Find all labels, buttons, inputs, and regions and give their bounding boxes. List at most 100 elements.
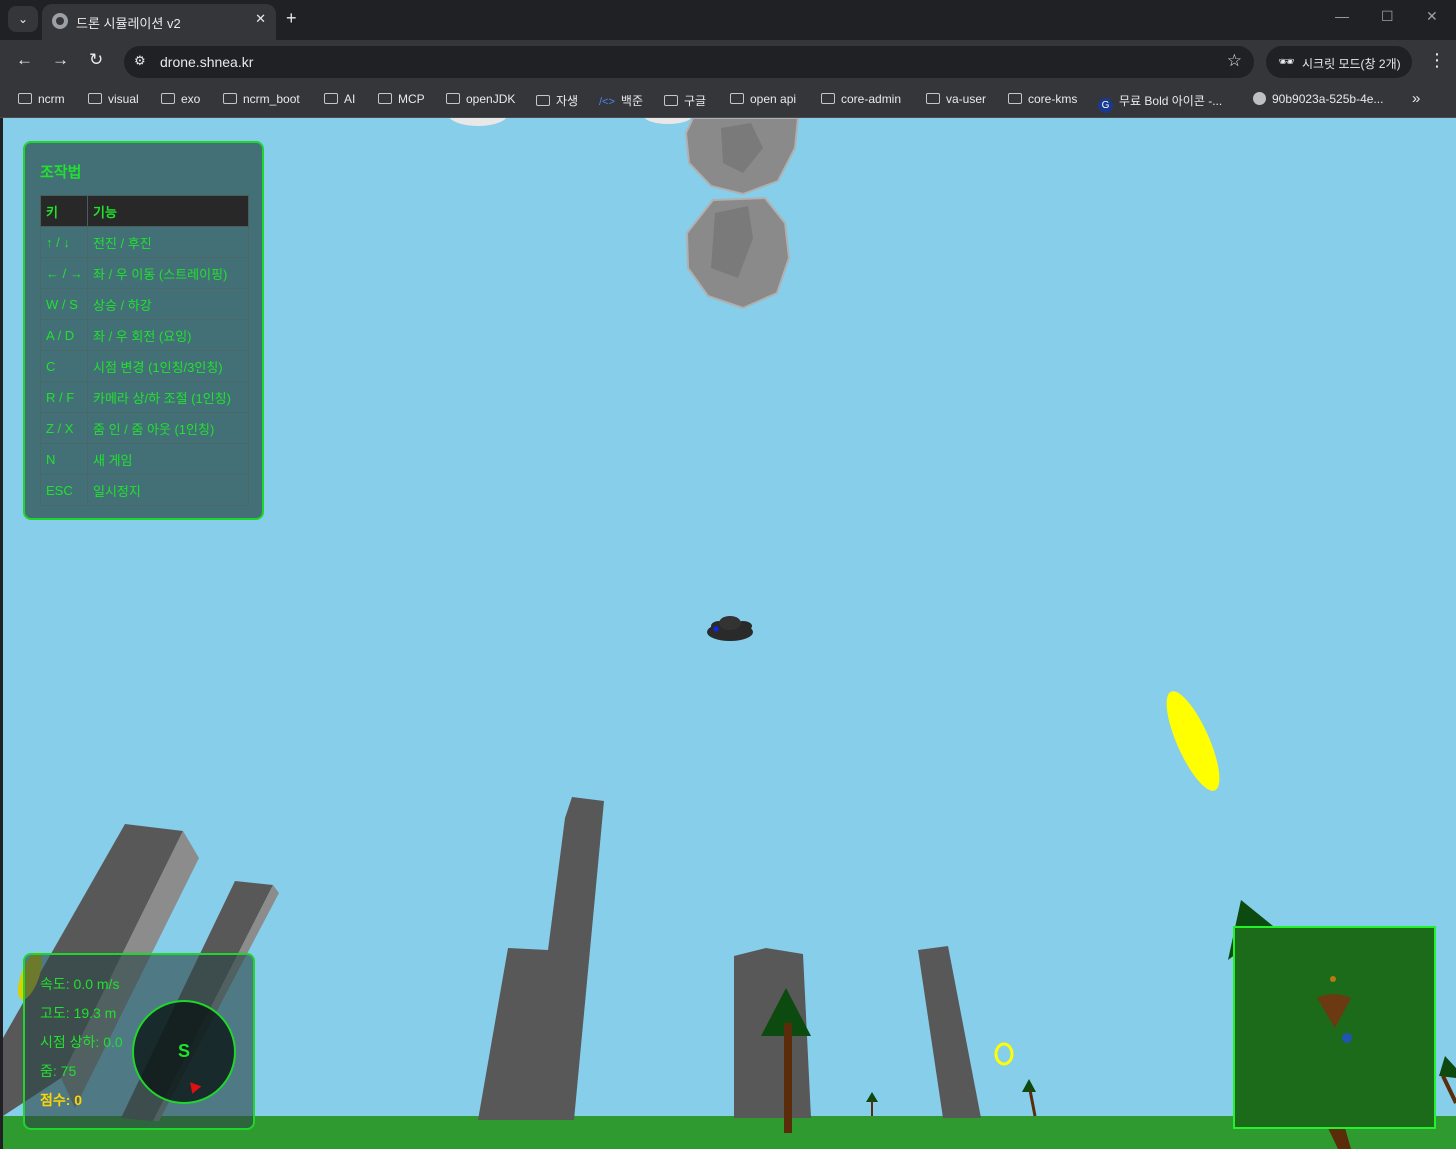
bookmark-item[interactable]: MCP bbox=[378, 92, 425, 106]
building bbox=[478, 797, 604, 1120]
bookmark-item[interactable]: exo bbox=[161, 92, 200, 106]
table-row: N새 게임 bbox=[40, 443, 249, 475]
tab-title: 드론 시뮬레이션 v2 bbox=[76, 16, 181, 31]
folder-icon bbox=[161, 93, 175, 104]
bookmark-star-icon[interactable]: ☆ bbox=[1227, 51, 1242, 71]
new-tab-button[interactable]: + bbox=[286, 8, 297, 29]
incognito-label: 시크릿 모드(창 2개) bbox=[1302, 57, 1401, 71]
key-cell: N bbox=[40, 443, 88, 475]
table-row: ↑ / ↓ 전진 / 후진 bbox=[40, 226, 249, 258]
controls-table: 키 기능 ↑ / ↓ 전진 / 후진 ← / → 좌 / 우 이동 (스트레이핑) … bbox=[40, 195, 249, 506]
folder-icon bbox=[1008, 93, 1022, 104]
folder-icon bbox=[926, 93, 940, 104]
tab-search-button[interactable]: ⌄ bbox=[8, 6, 38, 32]
bookmark-item[interactable]: openJDK bbox=[446, 92, 515, 106]
forward-icon[interactable]: → bbox=[52, 50, 69, 70]
altitude-readout: 고도: 19.3 m bbox=[40, 1005, 117, 1021]
view-pitch-readout: 시점 상하: 0.0 bbox=[40, 1034, 123, 1050]
key-cell: Z / X bbox=[40, 412, 88, 444]
compass: S bbox=[132, 1000, 236, 1104]
controls-panel: 조작법 키 기능 ↑ / ↓ 전진 / 후진 ← / → 좌 / 우 이동 (스트레… bbox=[23, 141, 264, 520]
table-row: C 시점 변경 (1인칭/3인칭) bbox=[40, 350, 249, 382]
browser-toolbar: ← → ↻ ⚙ drone.shnea.kr ☆ 🕶 시크릿 모드(창 2개) … bbox=[0, 40, 1456, 84]
speed-readout: 속도: 0.0 m/s bbox=[40, 976, 120, 992]
bookmark-item[interactable]: G 무료 Bold 아이콘 -... bbox=[1098, 92, 1222, 113]
table-row: ← / → 좌 / 우 이동 (스트레이핑) bbox=[40, 257, 249, 289]
bookmark-item[interactable]: core-kms bbox=[1008, 92, 1077, 106]
function-cell: 새 게임 bbox=[87, 443, 249, 475]
function-cell: 좌 / 우 회전 (요잉) bbox=[87, 319, 249, 351]
bookmark-item[interactable]: ncrm_boot bbox=[223, 92, 300, 106]
site-info-icon[interactable]: ⚙ bbox=[134, 53, 146, 69]
key-cell: W / S bbox=[40, 288, 88, 320]
table-row: Z / X줌 인 / 줌 아웃 (1인칭) bbox=[40, 412, 249, 444]
globe-icon bbox=[52, 13, 68, 29]
tree bbox=[866, 1092, 878, 1116]
window-close-icon[interactable]: ✕ bbox=[1426, 8, 1438, 25]
close-tab-icon[interactable]: ✕ bbox=[255, 11, 266, 27]
browser-menu-icon[interactable]: ⋮ bbox=[1428, 50, 1446, 71]
folder-icon bbox=[88, 93, 102, 104]
flight-hud: 속도: 0.0 m/s 고도: 19.3 m 시점 상하: 0.0 줌: 75 … bbox=[23, 953, 255, 1130]
folder-icon bbox=[324, 93, 338, 104]
bookmark-item[interactable]: ncrm bbox=[18, 92, 65, 106]
compass-pointer-icon bbox=[186, 1082, 202, 1096]
bookmark-item[interactable]: open api bbox=[730, 92, 796, 106]
bookmark-item[interactable]: va-user bbox=[926, 92, 986, 106]
function-cell: 카메라 상/하 조절 (1인칭) bbox=[87, 381, 249, 413]
folder-icon bbox=[378, 93, 392, 104]
table-row: W / S 상승 / 하강 bbox=[40, 288, 249, 320]
code-icon: /<> bbox=[599, 96, 615, 108]
drone bbox=[707, 616, 753, 641]
function-cell: 일시정지 bbox=[87, 474, 249, 506]
function-cell: 줌 인 / 줌 아웃 (1인칭) bbox=[87, 412, 249, 444]
incognito-icon: 🕶 bbox=[1278, 54, 1295, 69]
folder-icon bbox=[821, 93, 835, 104]
table-row: R / F 카메라 상/하 조절 (1인칭) bbox=[40, 381, 249, 413]
cloud bbox=[644, 118, 692, 124]
table-header-row: 키 기능 bbox=[40, 195, 249, 227]
function-cell: 상승 / 하강 bbox=[87, 288, 249, 320]
folder-icon bbox=[664, 95, 678, 106]
bookmark-item[interactable]: 구글 bbox=[664, 92, 706, 109]
active-tab[interactable]: 드론 시뮬레이션 v2 ✕ bbox=[42, 4, 276, 40]
folder-icon bbox=[730, 93, 744, 104]
key-cell: ESC bbox=[40, 474, 88, 506]
url-text[interactable]: drone.shnea.kr bbox=[160, 54, 253, 70]
table-row: ESC 일시정지 bbox=[40, 474, 249, 506]
maximize-icon[interactable]: ☐ bbox=[1381, 8, 1394, 25]
minimap-svg bbox=[1317, 976, 1352, 1043]
minimap bbox=[1233, 926, 1436, 1129]
compass-heading: S bbox=[178, 1041, 191, 1061]
reload-icon[interactable]: ↻ bbox=[89, 50, 103, 70]
incognito-indicator[interactable]: 🕶 시크릿 모드(창 2개) bbox=[1266, 46, 1412, 78]
folder-icon bbox=[536, 95, 550, 106]
key-cell: ← / → bbox=[40, 257, 88, 289]
bookmark-item[interactable]: core-admin bbox=[821, 92, 901, 106]
building bbox=[918, 946, 981, 1118]
controls-title: 조작법 bbox=[40, 164, 82, 181]
tab-strip: ⌄ 드론 시뮬레이션 v2 ✕ + — ☐ ✕ bbox=[0, 0, 1456, 40]
bookmark-item[interactable]: 자생 bbox=[536, 92, 578, 109]
minimize-icon[interactable]: — bbox=[1335, 8, 1349, 24]
back-icon[interactable]: ← bbox=[16, 50, 33, 70]
key-cell: C bbox=[40, 350, 88, 382]
game-canvas[interactable]: 조작법 키 기능 ↑ / ↓ 전진 / 후진 ← / → 좌 / 우 이동 (스트레… bbox=[3, 118, 1456, 1149]
bookmark-item[interactable]: /<> 백준 bbox=[599, 92, 643, 109]
minimap-view-cone bbox=[1317, 994, 1351, 1028]
tree bbox=[1022, 1079, 1037, 1117]
more-bookmarks-icon[interactable]: » bbox=[1412, 90, 1420, 107]
bookmark-item[interactable]: 90b9023a-525b-4e... bbox=[1253, 92, 1383, 106]
function-cell: 전진 / 후진 bbox=[87, 226, 249, 258]
cloud bbox=[449, 118, 507, 126]
address-bar[interactable]: ⚙ drone.shnea.kr ☆ bbox=[124, 46, 1254, 78]
minimap-target-dot bbox=[1330, 976, 1336, 982]
target-ring bbox=[994, 1042, 1014, 1066]
bookmarks-bar: ncrm visual exo ncrm_boot AI MCP openJDK… bbox=[0, 84, 1456, 118]
folder-icon bbox=[18, 93, 32, 104]
folder-icon bbox=[446, 93, 460, 104]
folder-icon bbox=[223, 93, 237, 104]
bookmark-item[interactable]: AI bbox=[324, 92, 355, 106]
bookmark-item[interactable]: visual bbox=[88, 92, 139, 106]
key-cell: ↑ / ↓ bbox=[40, 226, 88, 258]
